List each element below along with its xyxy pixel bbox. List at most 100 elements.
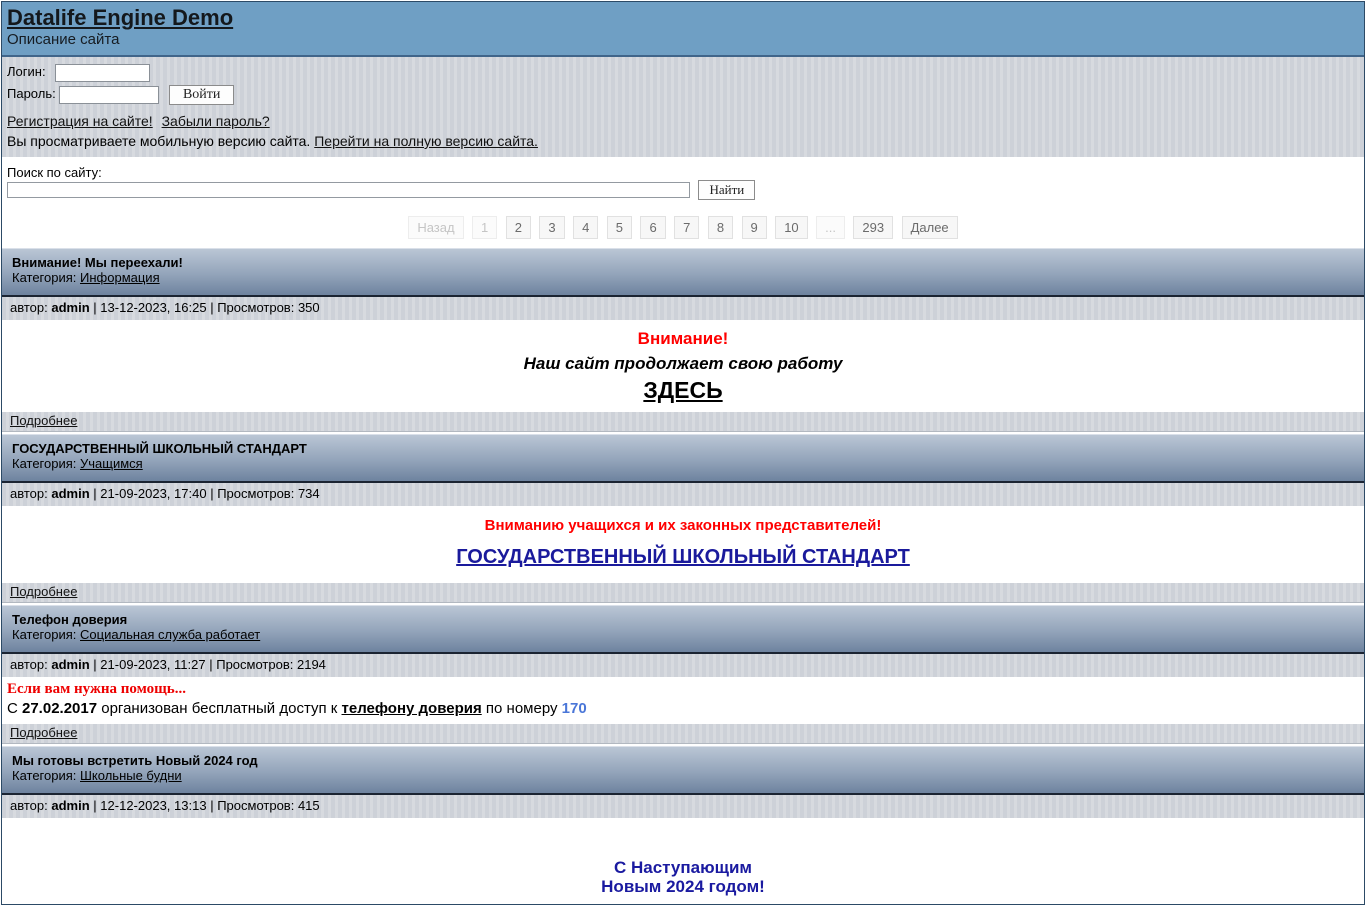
news-title: Телефон доверия: [12, 612, 128, 627]
attention-text: Вниманию учащихся и их законных представ…: [484, 517, 882, 534]
mobile-version-note: Вы просматриваете мобильную версию сайта…: [7, 133, 1359, 149]
pagination-page-current: 1: [472, 216, 498, 239]
pagination-page[interactable]: 10: [775, 216, 808, 239]
pagination-page[interactable]: 8: [707, 216, 734, 239]
search-label: Поиск по сайту:: [7, 165, 102, 180]
views-label: Просмотров:: [217, 300, 295, 315]
news-category-link[interactable]: Информация: [80, 270, 160, 285]
news-meta: автор: admin | 21-09-2023, 11:27 | Просм…: [2, 654, 1364, 677]
views-label: Просмотров:: [216, 657, 294, 672]
news-category-link[interactable]: Школьные будни: [80, 768, 182, 783]
forgot-password-link[interactable]: Забыли пароль?: [162, 113, 270, 129]
author-label: автор:: [10, 300, 48, 315]
read-more-link[interactable]: Подробнее: [10, 413, 77, 428]
pagination-page[interactable]: 7: [674, 216, 700, 239]
category-label: Категория:: [12, 270, 77, 285]
pagination-page[interactable]: 293: [853, 216, 894, 239]
meta-separator: |: [93, 657, 97, 672]
login-input[interactable]: [54, 64, 150, 82]
read-more-bar: Подробнее: [2, 724, 1364, 744]
meta-separator: |: [93, 798, 97, 813]
views-count: 734: [297, 486, 320, 501]
pagination-page[interactable]: 2: [505, 216, 531, 239]
page-container: Datalife Engine Demo Описание сайта Логи…: [1, 1, 1365, 905]
news-title: Внимание! Мы переехали!: [12, 255, 183, 270]
meta-separator: |: [209, 657, 213, 672]
read-more-link[interactable]: Подробнее: [10, 584, 77, 599]
pagination-page[interactable]: 5: [606, 216, 632, 239]
pagination-page[interactable]: 9: [741, 216, 767, 239]
news-meta: автор: admin | 21-09-2023, 17:40 | Просм…: [2, 483, 1364, 506]
author-name: admin: [51, 657, 90, 672]
views-label: Просмотров:: [217, 798, 295, 813]
password-row: Пароль: Войти: [7, 85, 1359, 105]
news-body-text: Наш сайт продолжает свою работу: [523, 354, 843, 373]
read-more-bar: Подробнее: [2, 583, 1364, 603]
login-label: Логин:: [7, 64, 46, 80]
news-body: Вниманию учащихся и их законных представ…: [2, 506, 1364, 583]
news-category-line: Категория: Учащимся: [12, 456, 1354, 471]
greeting-line: С Наступающим: [613, 858, 752, 877]
pagination-next[interactable]: Далее: [901, 216, 958, 239]
pagination-page[interactable]: 4: [573, 216, 599, 239]
news-title: Мы готовы встретить Новый 2024 год: [12, 753, 258, 768]
news-item: Телефон доверия Категория: Социальная сл…: [2, 605, 1364, 744]
help-text: Если вам нужна помощь...: [7, 681, 186, 697]
news-title-bar: Мы готовы встретить Новый 2024 год Катег…: [2, 746, 1364, 795]
full-version-link[interactable]: Перейти на полную версию сайта.: [314, 133, 538, 149]
news-date: 21-09-2023, 11:27: [100, 657, 206, 672]
new-year-greeting: С Наступающим Новым 2024 годом!: [12, 825, 1354, 896]
category-label: Категория:: [12, 456, 77, 471]
news-date: 21-09-2023, 17:40: [100, 486, 207, 501]
login-submit-button[interactable]: Войти: [168, 85, 235, 105]
news-title-bar: Телефон доверия Категория: Социальная сл…: [2, 605, 1364, 654]
views-count: 350: [297, 300, 320, 315]
news-meta: автор: admin | 12-12-2023, 13:13 | Просм…: [2, 795, 1364, 818]
site-header: Datalife Engine Demo Описание сайта: [2, 2, 1364, 57]
login-area: Логин: Пароль: Войти Регистрация на сайт…: [2, 57, 1364, 157]
read-more-link[interactable]: Подробнее: [10, 725, 77, 740]
register-link[interactable]: Регистрация на сайте!: [7, 113, 153, 129]
text-segment: по номеру: [481, 700, 562, 717]
pagination-prev: Назад: [408, 216, 464, 239]
news-category-link[interactable]: Учащимся: [80, 456, 143, 471]
search-area: Поиск по сайту: Найти: [2, 157, 1364, 200]
standard-link[interactable]: ГОСУДАРСТВЕННЫЙ ШКОЛЬНЫЙ СТАНДАРТ: [456, 546, 910, 569]
attention-text: Внимание!: [637, 329, 729, 348]
password-label: Пароль:: [7, 86, 56, 102]
pagination-page[interactable]: 3: [539, 216, 565, 239]
pagination: Назад 1 2 3 4 5 6 7 8 9 10 ... 293 Далее: [2, 216, 1364, 239]
news-category-line: Категория: Социальная служба работает: [12, 627, 1354, 642]
news-category-link[interactable]: Социальная служба работает: [80, 627, 260, 642]
news-meta: автор: admin | 13-12-2023, 16:25 | Просм…: [2, 297, 1364, 320]
password-input[interactable]: [59, 86, 160, 104]
news-item: Мы готовы встретить Новый 2024 год Катег…: [2, 746, 1364, 904]
date-segment: 27.02.2017: [22, 700, 98, 717]
author-name: admin: [51, 798, 90, 813]
news-item: Внимание! Мы переехали! Категория: Инфор…: [2, 248, 1364, 432]
views-count: 415: [297, 798, 320, 813]
here-link[interactable]: ЗДЕСЬ: [643, 377, 722, 403]
category-label: Категория:: [12, 768, 77, 783]
search-input[interactable]: [7, 182, 690, 198]
pagination-ellipsis: ...: [816, 216, 845, 239]
author-label: автор:: [10, 486, 48, 501]
helpline-link[interactable]: телефону доверия: [342, 700, 482, 717]
login-links: Регистрация на сайте! Забыли пароль?: [7, 113, 1359, 129]
author-label: автор:: [10, 798, 48, 813]
news-body: С Наступающим Новым 2024 годом!: [2, 818, 1364, 904]
site-title-link[interactable]: Datalife Engine Demo: [7, 5, 233, 30]
meta-separator: |: [93, 300, 97, 315]
news-category-line: Категория: Школьные будни: [12, 768, 1354, 783]
pagination-page[interactable]: 6: [640, 216, 666, 239]
phone-number: 170: [561, 700, 587, 717]
meta-separator: |: [210, 486, 214, 501]
views-label: Просмотров:: [217, 486, 295, 501]
meta-separator: |: [93, 486, 97, 501]
search-button[interactable]: Найти: [698, 180, 756, 200]
news-date: 13-12-2023, 16:25: [100, 300, 207, 315]
news-item: ГОСУДАРСТВЕННЫЙ ШКОЛЬНЫЙ СТАНДАРТ Катего…: [2, 434, 1364, 603]
read-more-bar: Подробнее: [2, 412, 1364, 432]
news-title-bar: Внимание! Мы переехали! Категория: Инфор…: [2, 248, 1364, 297]
greeting-line: Новым 2024 годом!: [601, 877, 765, 896]
